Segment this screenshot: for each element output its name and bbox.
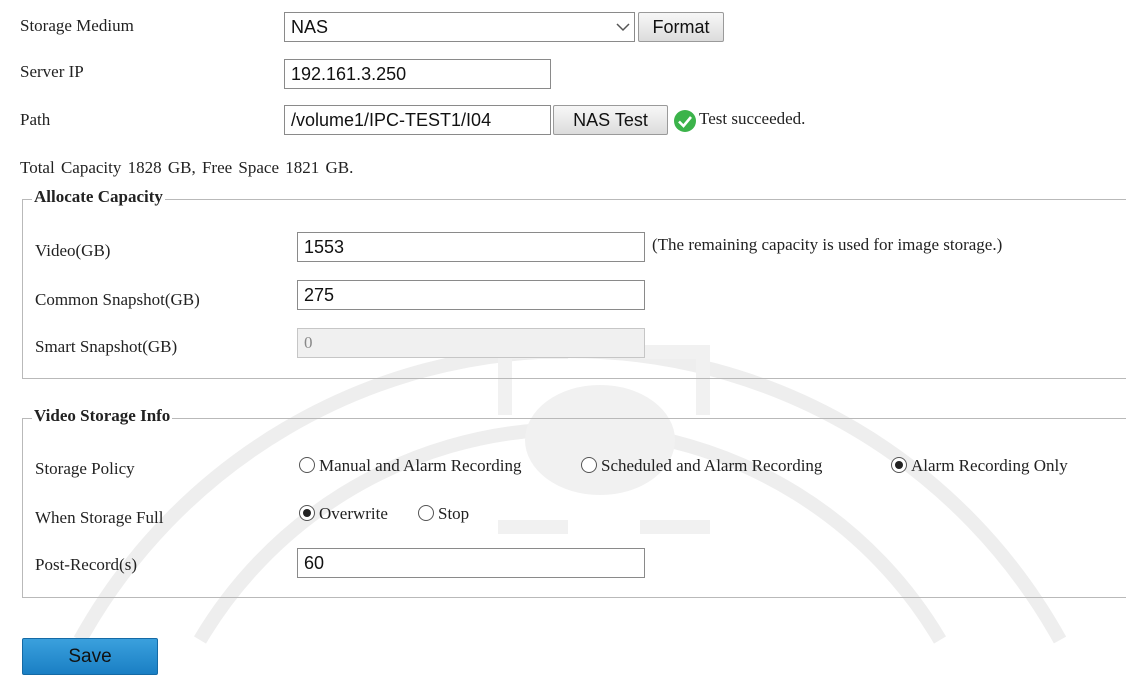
policy-option-alarm-only[interactable]: Alarm Recording Only: [891, 456, 1068, 476]
smart-snapshot-input: 0: [297, 328, 645, 358]
save-button[interactable]: Save: [22, 638, 158, 675]
test-result-text: Test succeeded.: [699, 109, 806, 128]
nas-test-button[interactable]: NAS Test: [553, 105, 668, 135]
post-record-input[interactable]: 60: [297, 548, 645, 578]
path-label: Path: [20, 110, 51, 129]
storage-medium-label: Storage Medium: [20, 16, 134, 35]
when-storage-full-label: When Storage Full: [35, 508, 164, 527]
video-gb-label: Video(GB): [35, 241, 111, 260]
storage-medium-select[interactable]: NAS: [284, 12, 635, 42]
radio-icon[interactable]: [299, 457, 315, 473]
capacity-summary: Total Capacity 1828 GB, Free Space 1821 …: [20, 158, 354, 177]
full-option-overwrite[interactable]: Overwrite: [299, 504, 388, 524]
radio-icon[interactable]: [581, 457, 597, 473]
common-snapshot-label: Common Snapshot(GB): [35, 290, 200, 309]
policy-option-manual[interactable]: Manual and Alarm Recording: [299, 456, 522, 476]
radio-selected-icon[interactable]: [299, 505, 315, 521]
allocate-capacity-legend: Allocate Capacity: [32, 187, 165, 207]
storage-policy-label: Storage Policy: [35, 459, 135, 478]
radio-selected-icon[interactable]: [891, 457, 907, 473]
video-gb-input[interactable]: 1553: [297, 232, 645, 262]
video-gb-note: (The remaining capacity is used for imag…: [652, 235, 1003, 254]
chevron-down-icon: [612, 13, 634, 41]
full-option-stop[interactable]: Stop: [418, 504, 469, 524]
path-input[interactable]: /volume1/IPC-TEST1/I04: [284, 105, 551, 135]
smart-snapshot-label: Smart Snapshot(GB): [35, 337, 178, 356]
radio-icon[interactable]: [418, 505, 434, 521]
video-storage-info-legend: Video Storage Info: [32, 406, 173, 426]
success-check-icon: [673, 109, 697, 138]
format-button[interactable]: Format: [638, 12, 724, 42]
server-ip-input[interactable]: 192.161.3.250: [284, 59, 551, 89]
policy-option-scheduled[interactable]: Scheduled and Alarm Recording: [581, 456, 822, 476]
storage-medium-value: NAS: [291, 17, 329, 37]
common-snapshot-input[interactable]: 275: [297, 280, 645, 310]
post-record-label: Post-Record(s): [35, 555, 137, 574]
server-ip-label: Server IP: [20, 62, 84, 81]
